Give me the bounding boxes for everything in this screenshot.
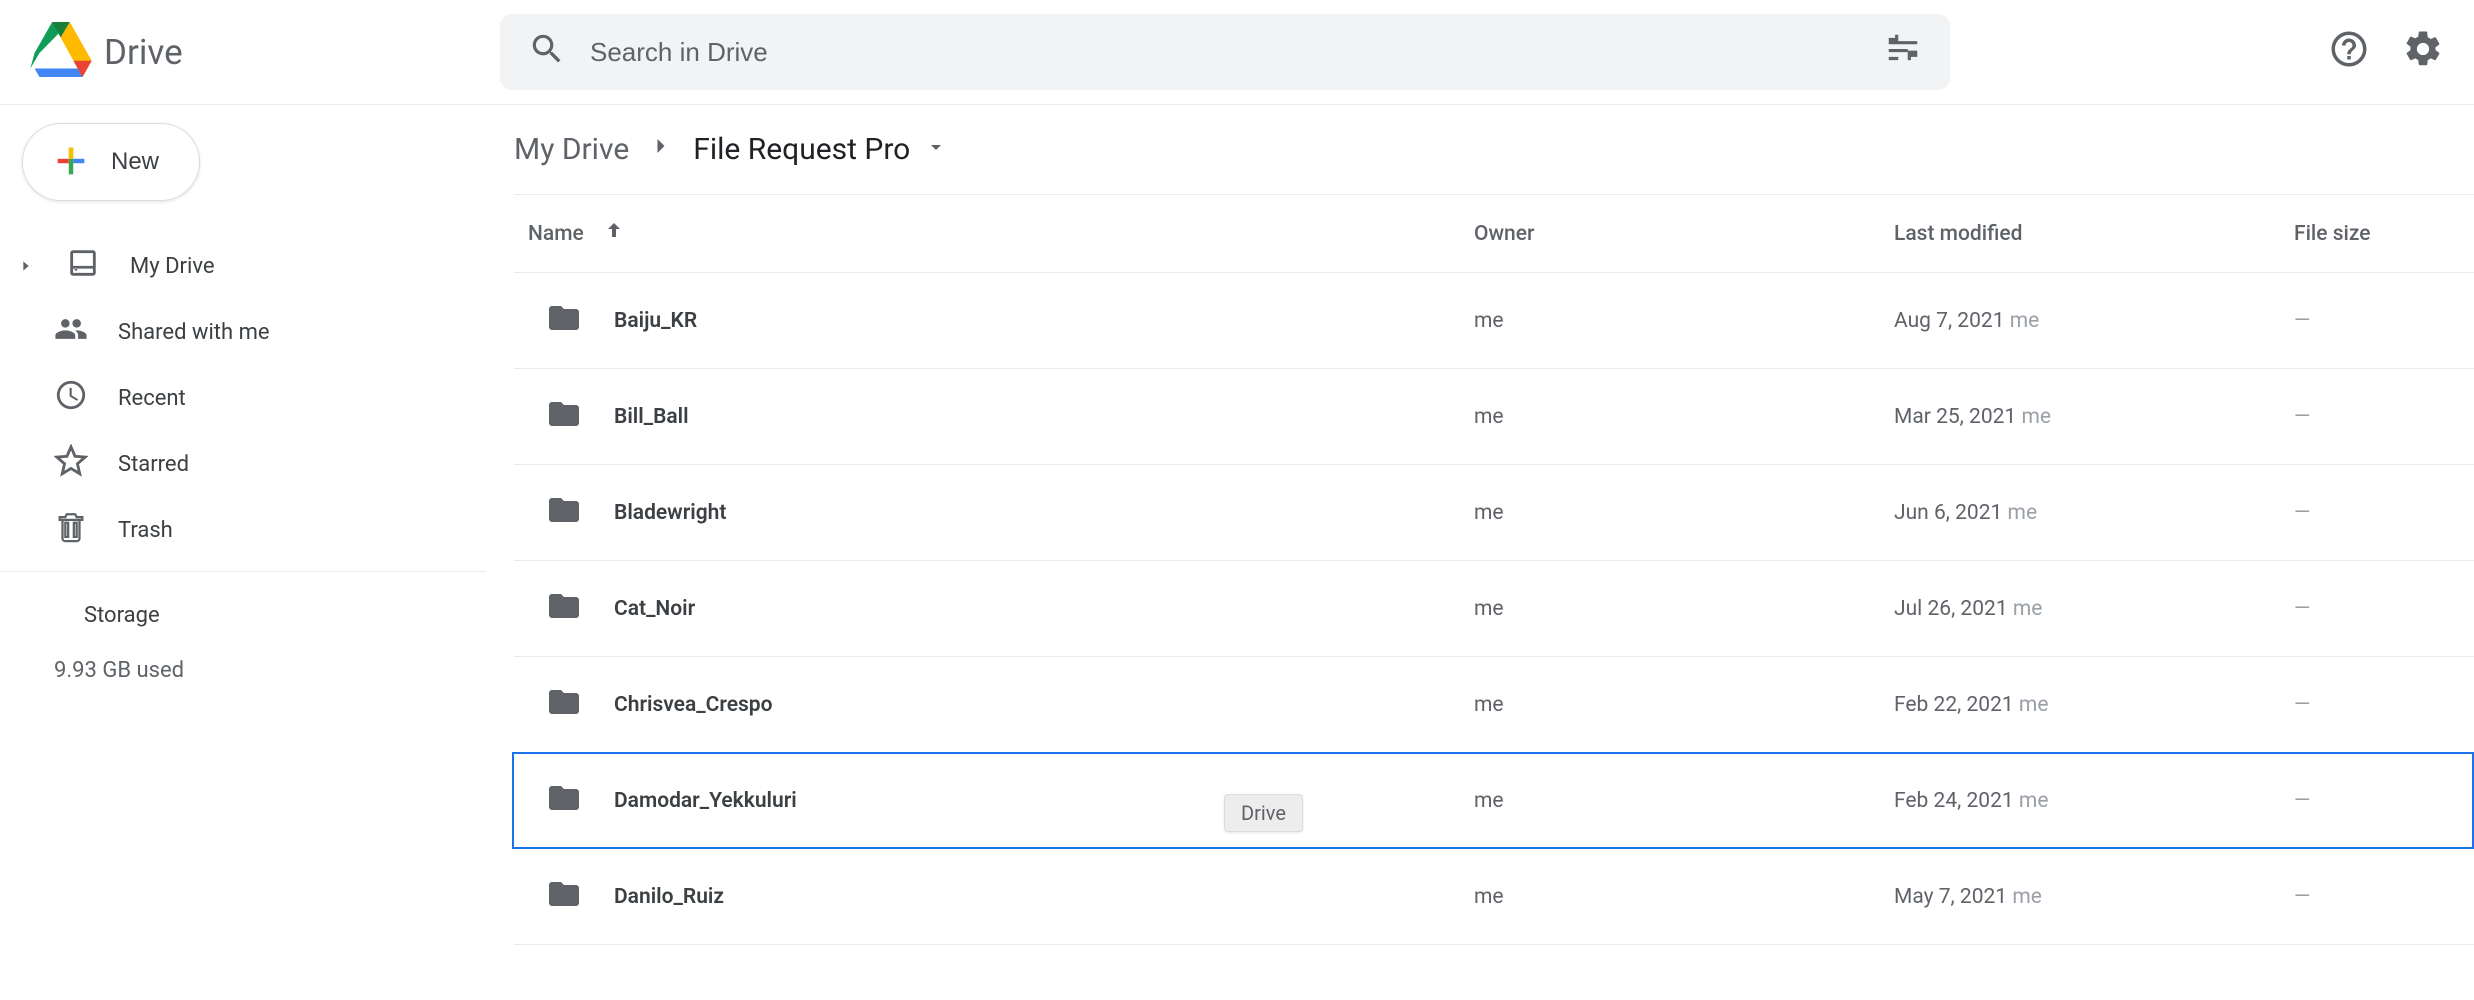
- file-name: Danilo_Ruiz: [614, 885, 724, 909]
- nav-label: Recent: [118, 386, 186, 411]
- file-owner: me: [1474, 885, 1894, 909]
- file-size: —: [2294, 789, 2472, 813]
- file-name: Bladewright: [614, 501, 726, 525]
- nav-list: My Drive Shared with me Recent Starred: [0, 223, 486, 563]
- storage-used: 9.93 GB used: [54, 658, 446, 683]
- my-drive-icon: [66, 246, 100, 286]
- nav-label: Starred: [118, 452, 189, 477]
- file-size: —: [2294, 693, 2474, 717]
- file-name: Damodar_Yekkuluri: [614, 789, 797, 813]
- col-header-name-label: Name: [528, 222, 584, 246]
- nav-recent[interactable]: Recent: [0, 365, 486, 431]
- settings-icon[interactable]: [2402, 28, 2444, 76]
- search-bar[interactable]: [500, 14, 1950, 90]
- breadcrumb-current[interactable]: File Request Pro: [693, 132, 948, 167]
- plus-icon: [51, 141, 91, 184]
- table-row[interactable]: Danilo_Ruiz me May 7, 2021 me —: [514, 849, 2474, 945]
- help-icon[interactable]: [2328, 28, 2370, 76]
- people-icon: [54, 312, 88, 352]
- logo-block[interactable]: Drive: [30, 22, 500, 83]
- nav-label: My Drive: [130, 254, 215, 279]
- file-size: —: [2294, 309, 2474, 333]
- search-options-icon[interactable]: [1884, 30, 1922, 74]
- table-row[interactable]: Baiju_KR me Aug 7, 2021 me —: [514, 273, 2474, 369]
- table-row[interactable]: Bladewright me Jun 6, 2021 me —: [514, 465, 2474, 561]
- file-name: Cat_Noir: [614, 597, 695, 621]
- nav-shared-with-me[interactable]: Shared with me: [0, 299, 486, 365]
- folder-icon: [546, 300, 582, 342]
- header: Drive: [0, 0, 2474, 105]
- new-button-label: New: [111, 148, 159, 176]
- clock-icon: [54, 378, 88, 418]
- col-header-owner[interactable]: Owner: [1474, 222, 1894, 246]
- main-content: My Drive File Request Pro Name Owner Las…: [486, 105, 2474, 1000]
- file-modified: Feb 22, 2021 me: [1894, 693, 2294, 717]
- file-modified: Jun 6, 2021 me: [1894, 501, 2294, 525]
- app-name: Drive: [104, 32, 183, 73]
- search-input[interactable]: [590, 37, 1860, 68]
- table-body: Baiju_KR me Aug 7, 2021 me — Bill_Ball m…: [514, 273, 2474, 945]
- file-owner: me: [1474, 693, 1894, 717]
- folder-icon: [546, 492, 582, 534]
- nav-label: Trash: [118, 518, 173, 543]
- table-row[interactable]: Cat_Noir me Jul 26, 2021 me —: [514, 561, 2474, 657]
- nav-label: Shared with me: [118, 320, 270, 345]
- table-row[interactable]: Bill_Ball me Mar 25, 2021 me —: [514, 369, 2474, 465]
- tooltip: Drive: [1224, 794, 1303, 832]
- storage-label: Storage: [84, 603, 160, 628]
- file-owner: me: [1474, 309, 1894, 333]
- table-row[interactable]: Chrisvea_Crespo me Feb 22, 2021 me —: [514, 657, 2474, 753]
- folder-icon: [546, 780, 582, 822]
- drive-logo-icon: [30, 22, 92, 83]
- file-size: —: [2294, 405, 2474, 429]
- caret-right-icon: [16, 258, 36, 274]
- folder-icon: [546, 396, 582, 438]
- file-size: —: [2294, 501, 2474, 525]
- file-modified: Jul 26, 2021 me: [1894, 597, 2294, 621]
- folder-icon: [546, 588, 582, 630]
- folder-icon: [546, 876, 582, 918]
- file-modified: May 7, 2021 me: [1894, 885, 2294, 909]
- new-button[interactable]: New: [22, 123, 200, 201]
- file-owner: me: [1474, 597, 1894, 621]
- file-name: Baiju_KR: [614, 309, 697, 333]
- sort-arrow-up-icon: [602, 219, 626, 249]
- file-owner: me: [1474, 501, 1894, 525]
- file-size: —: [2294, 597, 2474, 621]
- trash-icon: [54, 510, 88, 550]
- star-icon: [54, 444, 88, 484]
- file-name: Bill_Ball: [614, 405, 689, 429]
- table-header: Name Owner Last modified File size: [514, 195, 2474, 273]
- table-row[interactable]: Damodar_Yekkuluri Drive me Feb 24, 2021 …: [512, 752, 2474, 849]
- file-modified: Aug 7, 2021 me: [1894, 309, 2294, 333]
- file-owner: me: [1474, 405, 1894, 429]
- folder-icon: [546, 684, 582, 726]
- nav-starred[interactable]: Starred: [0, 431, 486, 497]
- file-size: —: [2294, 885, 2474, 909]
- breadcrumb: My Drive File Request Pro: [514, 105, 2474, 195]
- col-header-size[interactable]: File size: [2294, 222, 2474, 246]
- file-owner: me: [1474, 789, 1894, 813]
- search-icon: [528, 30, 566, 74]
- breadcrumb-root[interactable]: My Drive: [514, 132, 629, 167]
- file-modified: Mar 25, 2021 me: [1894, 405, 2294, 429]
- sidebar: New My Drive Shared with me: [0, 105, 486, 1000]
- storage-section[interactable]: Storage 9.93 GB used: [0, 590, 486, 683]
- nav-trash[interactable]: Trash: [0, 497, 486, 563]
- header-actions: [2328, 28, 2444, 76]
- col-header-modified[interactable]: Last modified: [1894, 222, 2294, 246]
- col-header-name[interactable]: Name: [514, 219, 1474, 249]
- file-name: Chrisvea_Crespo: [614, 693, 772, 717]
- nav-my-drive[interactable]: My Drive: [0, 233, 486, 299]
- divider: [0, 571, 486, 572]
- chevron-right-icon: [647, 132, 675, 168]
- file-modified: Feb 24, 2021 me: [1894, 789, 2294, 813]
- dropdown-caret-icon: [924, 132, 948, 167]
- breadcrumb-current-label: File Request Pro: [693, 132, 910, 167]
